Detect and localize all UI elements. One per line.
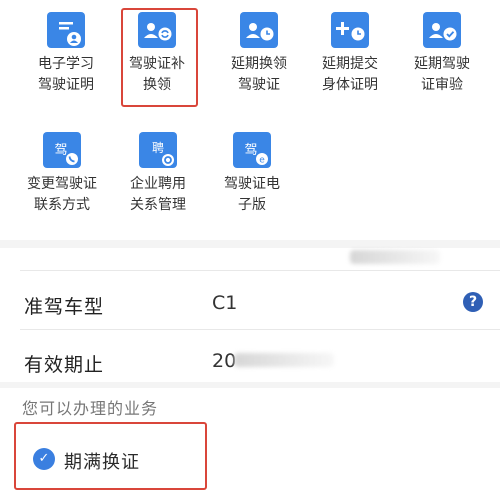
validity-value: 20 <box>212 350 237 372</box>
license-class-value: C1 <box>212 292 238 314</box>
license-phone-icon: 驾 <box>43 132 81 168</box>
id-card-clock-icon <box>240 12 278 48</box>
service-grid-row-2: 驾 变更驾驶证 联系方式 聘 企业聘用 关系管理 驾 e 驾驶证电 子版 <box>0 120 500 235</box>
check-icon[interactable]: ✓ <box>33 448 55 470</box>
section-separator <box>0 240 500 248</box>
service-license-replacement[interactable]: 驾驶证补 换领 <box>111 0 203 96</box>
id-card-plus-clock-icon <box>331 12 369 48</box>
license-glyph: 驾 <box>54 143 67 158</box>
id-card-replace-icon <box>138 12 176 48</box>
business-heading: 您可以办理的业务 <box>22 399 159 418</box>
service-label: 企业聘用 关系管理 <box>130 176 186 213</box>
service-electronic-learning-proof[interactable]: 电子学习 驾驶证明 <box>20 0 112 96</box>
service-label: 变更驾驶证 联系方式 <box>27 176 97 213</box>
service-label: 延期提交 身体证明 <box>322 56 378 93</box>
service-label: 驾驶证补 换领 <box>129 56 185 93</box>
license-electronic-icon: 驾 e <box>233 132 271 168</box>
service-electronic-license[interactable]: 驾 e 驾驶证电 子版 <box>206 120 298 216</box>
service-label: 电子学习 驾驶证明 <box>38 56 94 93</box>
service-label: 延期驾驶 证审验 <box>414 56 470 93</box>
service-label: 延期换领 驾驶证 <box>231 56 287 93</box>
row-divider <box>20 270 500 271</box>
business-item-renewal[interactable]: 期满换证 <box>64 448 140 474</box>
service-extend-license-inspection[interactable]: 延期驾驶 证审验 <box>396 0 488 96</box>
license-glyph: 驾 <box>244 143 257 158</box>
service-extend-health-proof[interactable]: 延期提交 身体证明 <box>304 0 396 96</box>
redacted-date <box>234 353 334 367</box>
license-class-label: 准驾车型 <box>24 296 105 318</box>
service-label: 驾驶证电 子版 <box>224 176 280 213</box>
help-icon[interactable]: ? <box>463 292 483 312</box>
service-enterprise-employment[interactable]: 聘 企业聘用 关系管理 <box>112 120 204 216</box>
redacted-text <box>350 250 440 264</box>
row-divider <box>20 329 500 330</box>
id-card-person-icon <box>47 12 85 48</box>
document-gear-icon: 聘 <box>139 132 177 168</box>
id-card-check-icon <box>423 12 461 48</box>
service-grid-row-1: 电子学习 驾驶证明 驾驶证补 换领 延期换领 驾驶证 延期提交 身体证明 延期驾… <box>0 0 500 115</box>
validity-label: 有效期止 <box>24 354 105 376</box>
service-extend-license-renewal[interactable]: 延期换领 驾驶证 <box>213 0 305 96</box>
section-separator <box>0 382 500 388</box>
service-change-license-contact[interactable]: 驾 变更驾驶证 联系方式 <box>16 120 108 216</box>
document-glyph: 聘 <box>152 141 164 155</box>
svg-text:e: e <box>259 156 265 166</box>
